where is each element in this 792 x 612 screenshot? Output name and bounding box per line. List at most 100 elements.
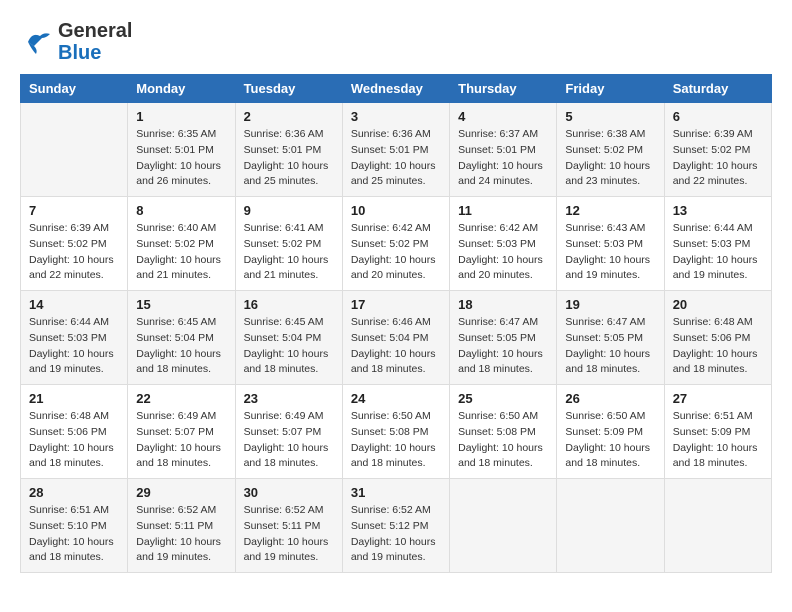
calendar-cell: 2 Sunrise: 6:36 AMSunset: 5:01 PMDaylight… [235, 103, 342, 197]
calendar-cell: 4Sunrise: 6:37 AMSunset: 5:01 PMDaylight… [450, 103, 557, 197]
day-info: Sunrise: 6:35 AMSunset: 5:01 PMDaylight:… [136, 127, 226, 190]
calendar-cell: 25 Sunrise: 6:50 AMSunset: 5:08 PMDayligh… [450, 385, 557, 479]
calendar-cell: 24Sunrise: 6:50 AMSunset: 5:08 PMDayligh… [342, 385, 449, 479]
day-info: Sunrise: 6:44 AMSunset: 5:03 PMDaylight:… [673, 221, 763, 284]
day-number: 19 [565, 297, 655, 312]
day-info: Sunrise: 6:49 AMSunset: 5:07 PMDaylight:… [136, 409, 226, 472]
weekday-header-sunday: Sunday [21, 75, 128, 103]
day-number: 8 [136, 203, 226, 218]
day-info: Sunrise: 6:52 AMSunset: 5:11 PMDaylight:… [136, 503, 226, 566]
day-info: Sunrise: 6:44 AMSunset: 5:03 PMDaylight:… [29, 315, 119, 378]
calendar-week-row: 7 Sunrise: 6:39 AMSunset: 5:02 PMDaylight… [21, 197, 772, 291]
day-info: Sunrise: 6:50 AMSunset: 5:09 PMDaylight:… [565, 409, 655, 472]
day-info: Sunrise: 6:51 AMSunset: 5:09 PMDaylight:… [673, 409, 763, 472]
calendar-cell: 21 Sunrise: 6:48 AMSunset: 5:06 PMDayligh… [21, 385, 128, 479]
calendar-cell: 31Sunrise: 6:52 AMSunset: 5:12 PMDayligh… [342, 479, 449, 573]
day-info: Sunrise: 6:36 AMSunset: 5:01 PMDaylight:… [244, 127, 334, 190]
day-number: 23 [244, 391, 334, 406]
calendar-week-row: 14 Sunrise: 6:44 AMSunset: 5:03 PMDayligh… [21, 291, 772, 385]
calendar-cell [664, 479, 771, 573]
day-number: 10 [351, 203, 441, 218]
calendar-cell: 26 Sunrise: 6:50 AMSunset: 5:09 PMDayligh… [557, 385, 664, 479]
calendar-cell: 23 Sunrise: 6:49 AMSunset: 5:07 PMDayligh… [235, 385, 342, 479]
calendar-cell [450, 479, 557, 573]
day-number: 18 [458, 297, 548, 312]
calendar-week-row: 28 Sunrise: 6:51 AMSunset: 5:10 PMDayligh… [21, 479, 772, 573]
logo-bird-icon [20, 28, 54, 56]
day-number: 2 [244, 109, 334, 124]
day-info: Sunrise: 6:52 AMSunset: 5:11 PMDaylight:… [244, 503, 334, 566]
day-info: Sunrise: 6:50 AMSunset: 5:08 PMDaylight:… [458, 409, 548, 472]
weekday-header-wednesday: Wednesday [342, 75, 449, 103]
calendar-cell [557, 479, 664, 573]
day-info: Sunrise: 6:50 AMSunset: 5:08 PMDaylight:… [351, 409, 441, 472]
calendar-week-row: 1 Sunrise: 6:35 AMSunset: 5:01 PMDaylight… [21, 103, 772, 197]
day-info: Sunrise: 6:39 AMSunset: 5:02 PMDaylight:… [29, 221, 119, 284]
day-info: Sunrise: 6:47 AMSunset: 5:05 PMDaylight:… [565, 315, 655, 378]
day-info: Sunrise: 6:48 AMSunset: 5:06 PMDaylight:… [673, 315, 763, 378]
day-number: 20 [673, 297, 763, 312]
calendar-cell: 8 Sunrise: 6:40 AMSunset: 5:02 PMDaylight… [128, 197, 235, 291]
day-info: Sunrise: 6:40 AMSunset: 5:02 PMDaylight:… [136, 221, 226, 284]
day-number: 7 [29, 203, 119, 218]
day-number: 11 [458, 203, 548, 218]
day-info: Sunrise: 6:39 AMSunset: 5:02 PMDaylight:… [673, 127, 763, 190]
calendar-cell: 3 Sunrise: 6:36 AMSunset: 5:01 PMDaylight… [342, 103, 449, 197]
day-info: Sunrise: 6:42 AMSunset: 5:02 PMDaylight:… [351, 221, 441, 284]
day-number: 4 [458, 109, 548, 124]
page-header: General Blue [20, 20, 772, 64]
day-number: 25 [458, 391, 548, 406]
day-info: Sunrise: 6:49 AMSunset: 5:07 PMDaylight:… [244, 409, 334, 472]
day-info: Sunrise: 6:51 AMSunset: 5:10 PMDaylight:… [29, 503, 119, 566]
day-info: Sunrise: 6:48 AMSunset: 5:06 PMDaylight:… [29, 409, 119, 472]
day-number: 13 [673, 203, 763, 218]
weekday-header-tuesday: Tuesday [235, 75, 342, 103]
day-number: 21 [29, 391, 119, 406]
calendar-cell: 10 Sunrise: 6:42 AMSunset: 5:02 PMDayligh… [342, 197, 449, 291]
day-number: 17 [351, 297, 441, 312]
day-info: Sunrise: 6:42 AMSunset: 5:03 PMDaylight:… [458, 221, 548, 284]
day-info: Sunrise: 6:38 AMSunset: 5:02 PMDaylight:… [565, 127, 655, 190]
day-number: 1 [136, 109, 226, 124]
calendar-cell: 9 Sunrise: 6:41 AMSunset: 5:02 PMDaylight… [235, 197, 342, 291]
calendar-week-row: 21 Sunrise: 6:48 AMSunset: 5:06 PMDayligh… [21, 385, 772, 479]
calendar-cell: 14 Sunrise: 6:44 AMSunset: 5:03 PMDayligh… [21, 291, 128, 385]
day-number: 6 [673, 109, 763, 124]
day-info: Sunrise: 6:36 AMSunset: 5:01 PMDaylight:… [351, 127, 441, 190]
weekday-header-row: SundayMondayTuesdayWednesdayThursdayFrid… [21, 75, 772, 103]
day-number: 22 [136, 391, 226, 406]
calendar-cell: 29 Sunrise: 6:52 AMSunset: 5:11 PMDayligh… [128, 479, 235, 573]
calendar-cell: 15Sunrise: 6:45 AMSunset: 5:04 PMDayligh… [128, 291, 235, 385]
weekday-header-saturday: Saturday [664, 75, 771, 103]
calendar-cell: 18 Sunrise: 6:47 AMSunset: 5:05 PMDayligh… [450, 291, 557, 385]
calendar-cell: 28 Sunrise: 6:51 AMSunset: 5:10 PMDayligh… [21, 479, 128, 573]
calendar-cell: 19 Sunrise: 6:47 AMSunset: 5:05 PMDayligh… [557, 291, 664, 385]
day-number: 27 [673, 391, 763, 406]
day-number: 29 [136, 485, 226, 500]
logo-line2: Blue [58, 42, 132, 64]
calendar-cell [21, 103, 128, 197]
day-number: 12 [565, 203, 655, 218]
calendar-cell: 27 Sunrise: 6:51 AMSunset: 5:09 PMDayligh… [664, 385, 771, 479]
day-number: 28 [29, 485, 119, 500]
day-number: 3 [351, 109, 441, 124]
calendar-cell: 6 Sunrise: 6:39 AMSunset: 5:02 PMDaylight… [664, 103, 771, 197]
calendar-cell: 22 Sunrise: 6:49 AMSunset: 5:07 PMDayligh… [128, 385, 235, 479]
day-info: Sunrise: 6:45 AMSunset: 5:04 PMDaylight:… [136, 315, 226, 378]
day-info: Sunrise: 6:47 AMSunset: 5:05 PMDaylight:… [458, 315, 548, 378]
day-number: 26 [565, 391, 655, 406]
calendar-cell: 13 Sunrise: 6:44 AMSunset: 5:03 PMDayligh… [664, 197, 771, 291]
calendar-table: SundayMondayTuesdayWednesdayThursdayFrid… [20, 74, 772, 573]
logo-line1: General [58, 20, 132, 42]
day-info: Sunrise: 6:45 AMSunset: 5:04 PMDaylight:… [244, 315, 334, 378]
day-number: 9 [244, 203, 334, 218]
day-info: Sunrise: 6:46 AMSunset: 5:04 PMDaylight:… [351, 315, 441, 378]
calendar-cell: 11 Sunrise: 6:42 AMSunset: 5:03 PMDayligh… [450, 197, 557, 291]
day-number: 5 [565, 109, 655, 124]
weekday-header-thursday: Thursday [450, 75, 557, 103]
day-number: 30 [244, 485, 334, 500]
weekday-header-friday: Friday [557, 75, 664, 103]
calendar-cell: 30 Sunrise: 6:52 AMSunset: 5:11 PMDayligh… [235, 479, 342, 573]
day-number: 14 [29, 297, 119, 312]
day-info: Sunrise: 6:41 AMSunset: 5:02 PMDaylight:… [244, 221, 334, 284]
